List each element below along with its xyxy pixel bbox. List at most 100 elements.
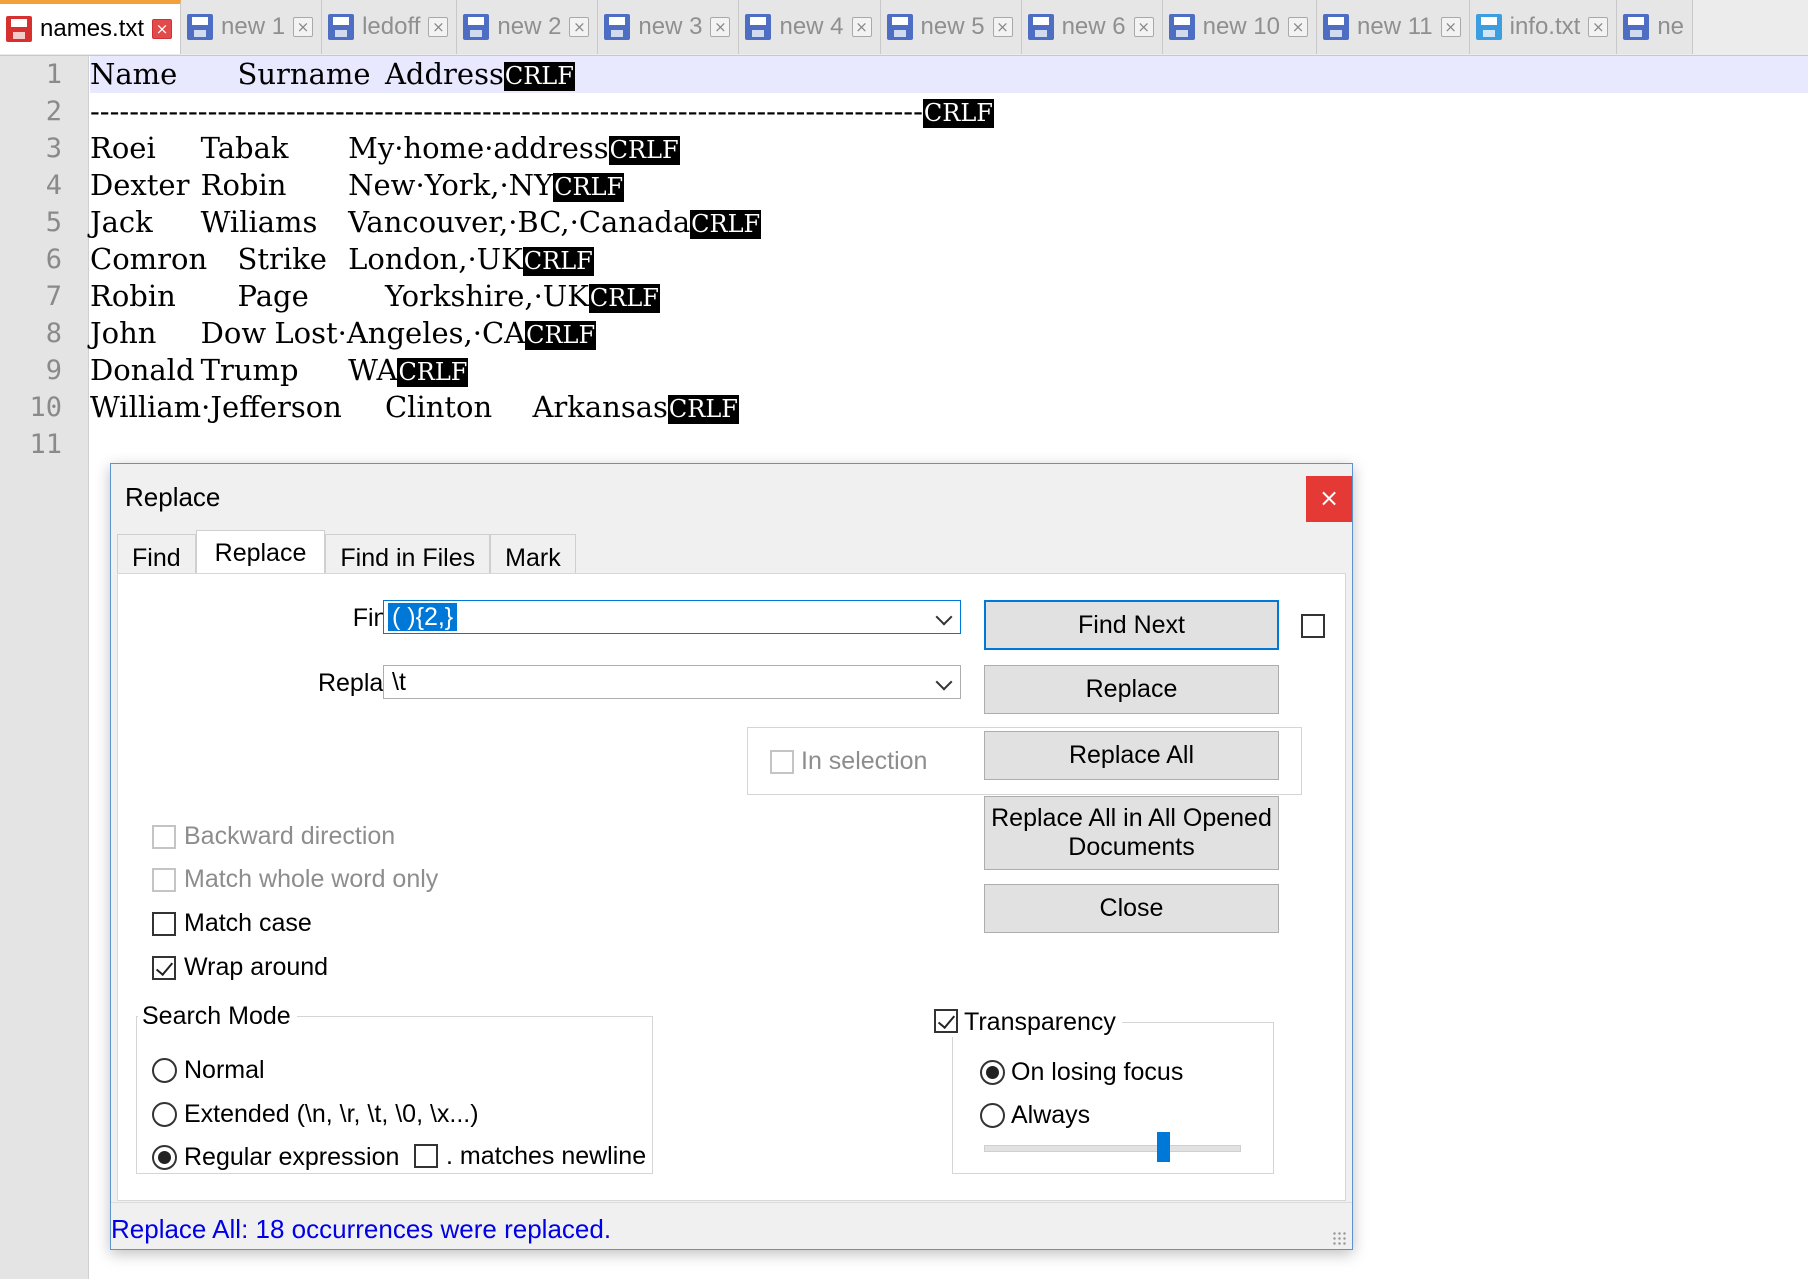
code-line[interactable]: ----------------------------------------…: [90, 93, 1808, 130]
line-number: 3: [45, 133, 62, 164]
disk-blue-icon: [1623, 14, 1650, 40]
tab-close-icon[interactable]: ×: [569, 17, 590, 37]
document-tab[interactable]: new 4 ×: [739, 0, 881, 54]
tab-close-icon[interactable]: ×: [293, 17, 314, 37]
disk-red-icon: [6, 16, 32, 42]
document-tab[interactable]: new 11 ×: [1317, 0, 1470, 54]
document-tab-label: new 6: [1061, 13, 1126, 40]
document-tab[interactable]: ne: [1617, 0, 1694, 54]
document-tab-label: new 4: [779, 13, 844, 40]
transparency-slider-thumb[interactable]: [1156, 1132, 1170, 1162]
search-mode-normal-radio[interactable]: [152, 1058, 177, 1083]
tab-find-in-files[interactable]: Find in Files: [325, 534, 491, 576]
disk-cyan-icon: [1475, 14, 1502, 40]
code-line[interactable]: Donald Trump WACRLF: [90, 352, 1808, 389]
document-tab[interactable]: names.txt ×: [0, 0, 182, 54]
transparency-slider-track[interactable]: [984, 1145, 1241, 1152]
disk-blue-icon: [1168, 14, 1195, 40]
document-tab[interactable]: new 2 ×: [457, 0, 599, 54]
code-line-text: Dexter Robin New·York,·NY: [90, 168, 554, 202]
document-tab[interactable]: new 1 ×: [181, 0, 323, 54]
replace-button[interactable]: Replace: [984, 665, 1279, 714]
tab-close-icon[interactable]: ×: [851, 17, 872, 37]
document-tab-bar: names.txt × new 1 × ledoff × new 2 × new 3 × new 4…: [0, 0, 1808, 56]
chevron-down-icon[interactable]: [935, 608, 953, 626]
find-next-option-checkbox[interactable]: [1301, 614, 1325, 638]
match-whole-word-checkbox[interactable]: [152, 868, 176, 892]
code-line[interactable]: Robin Page Yorkshire,·UKCRLF: [90, 278, 1808, 315]
transparency-title: Transparency: [964, 1008, 1116, 1036]
text-editor[interactable]: Name Surname AddressCRLF ----------------…: [90, 56, 1808, 463]
tab-close-icon[interactable]: ×: [1288, 17, 1308, 37]
eol-marker: CRLF: [525, 321, 597, 350]
transparency-checkbox[interactable]: [934, 1009, 958, 1033]
wrap-around-checkbox[interactable]: [152, 956, 176, 980]
tab-close-icon[interactable]: ×: [1133, 17, 1154, 37]
code-line[interactable]: Comron Strike London,·UKCRLF: [90, 241, 1808, 278]
line-number: 8: [45, 318, 62, 349]
chevron-down-icon[interactable]: [935, 673, 953, 691]
search-mode-normal-label: Normal: [184, 1056, 265, 1084]
code-line[interactable]: [90, 426, 1808, 463]
in-selection-checkbox[interactable]: [770, 750, 794, 774]
eol-marker: CRLF: [588, 284, 660, 313]
tab-close-icon[interactable]: ×: [1440, 17, 1461, 37]
document-tab[interactable]: info.txt ×: [1469, 0, 1618, 54]
close-button[interactable]: Close: [984, 884, 1279, 933]
eol-marker: CRLF: [690, 210, 762, 239]
backward-direction-checkbox[interactable]: [152, 825, 176, 849]
replace-with-value[interactable]: \t: [388, 668, 410, 696]
status-separator: [111, 1202, 1352, 1203]
transparency-always-radio[interactable]: [980, 1103, 1005, 1128]
find-next-button[interactable]: Find Next: [984, 600, 1279, 650]
document-tab-label: info.txt: [1509, 13, 1581, 40]
replace-all-opened-button[interactable]: Replace All in All Opened Documents: [984, 796, 1279, 870]
document-tab[interactable]: new 6 ×: [1021, 0, 1163, 54]
tab-close-icon[interactable]: ×: [710, 17, 731, 37]
code-line[interactable]: Dexter Robin New·York,·NYCRLF: [90, 167, 1808, 204]
transparency-on-losing-focus-radio[interactable]: [980, 1060, 1005, 1085]
transparency-title-wrap: Transparency: [934, 1008, 1122, 1037]
tab-replace[interactable]: Replace: [195, 530, 326, 576]
code-line[interactable]: Name Surname AddressCRLF: [90, 56, 1808, 93]
resize-grip-icon[interactable]: [1332, 1231, 1346, 1245]
transparency-on-losing-focus-label: On losing focus: [1011, 1058, 1184, 1086]
disk-blue-icon: [328, 14, 355, 40]
disk-blue-icon: [745, 14, 772, 40]
disk-blue-icon: [463, 14, 490, 40]
replace-with-combo[interactable]: \t: [383, 665, 961, 699]
tab-find[interactable]: Find: [117, 534, 196, 576]
disk-blue-icon: [1027, 14, 1054, 40]
document-tab[interactable]: ledoff ×: [322, 0, 458, 54]
replace-all-button[interactable]: Replace All: [984, 731, 1279, 780]
document-tab[interactable]: new 5 ×: [880, 0, 1022, 54]
find-what-combo[interactable]: ( ){2,}: [383, 600, 961, 634]
document-tab[interactable]: new 3 ×: [598, 0, 740, 54]
search-mode-extended-radio[interactable]: [152, 1102, 177, 1127]
code-line[interactable]: John Dow Lost·Angeles,·CACRLF: [90, 315, 1808, 352]
tab-close-icon[interactable]: ×: [1588, 17, 1609, 37]
find-what-value[interactable]: ( ){2,}: [388, 603, 458, 631]
code-line-text: Robin Page Yorkshire,·UK: [90, 279, 589, 313]
dialog-tabs: Find Replace Find in Files Mark: [117, 530, 576, 576]
close-icon[interactable]: ×: [1306, 476, 1352, 522]
eol-marker: CRLF: [522, 247, 594, 276]
document-tab[interactable]: new 10 ×: [1162, 0, 1317, 54]
document-tab-label: ne: [1657, 13, 1685, 40]
search-mode-regex-radio[interactable]: [152, 1145, 177, 1170]
match-case-checkbox[interactable]: [152, 912, 176, 936]
tab-mark[interactable]: Mark: [490, 534, 576, 576]
tab-close-icon[interactable]: ×: [152, 19, 173, 39]
tab-close-icon[interactable]: ×: [428, 17, 449, 37]
tab-close-icon[interactable]: ×: [992, 17, 1013, 37]
transparency-always-label: Always: [1011, 1101, 1091, 1129]
document-tab-label: ledoff: [362, 13, 421, 40]
in-selection-label: In selection: [801, 747, 928, 775]
document-tab-label: new 11: [1357, 13, 1433, 40]
line-number: 5: [45, 207, 62, 238]
code-line[interactable]: Roei Tabak My·home·addressCRLF: [90, 130, 1808, 167]
code-line[interactable]: Jack Wiliams Vancouver,·BC,·CanadaCRLF: [90, 204, 1808, 241]
code-line[interactable]: William·Jefferson Clinton ArkansasCRLF: [90, 389, 1808, 426]
disk-blue-icon: [886, 14, 913, 40]
dot-matches-newline-checkbox[interactable]: [414, 1144, 438, 1168]
